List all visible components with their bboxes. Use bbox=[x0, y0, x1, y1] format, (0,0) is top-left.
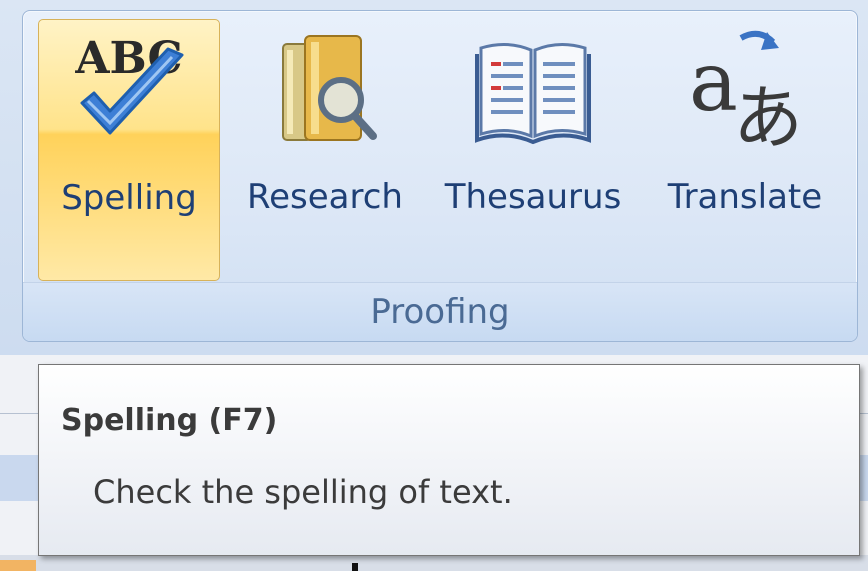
spelling-abc-check-icon: ABC bbox=[64, 20, 194, 160]
cursor-mark bbox=[352, 563, 358, 571]
group-label: Proofing bbox=[23, 282, 857, 341]
research-button[interactable]: Research bbox=[235, 19, 415, 281]
tooltip-description: Check the spelling of text. bbox=[93, 473, 513, 511]
thesaurus-book-icon bbox=[473, 19, 593, 159]
proofing-group: ABC Spelling Research Thesaurus a あ Tran… bbox=[22, 10, 858, 342]
bottom-band bbox=[0, 555, 868, 571]
research-label: Research bbox=[247, 177, 403, 217]
tooltip-title: Spelling (F7) bbox=[61, 403, 278, 438]
translate-icon: a あ bbox=[675, 19, 815, 159]
research-books-magnifier-icon bbox=[265, 19, 385, 159]
thesaurus-label: Thesaurus bbox=[444, 177, 622, 217]
spelling-tooltip: Spelling (F7) Check the spelling of text… bbox=[38, 364, 860, 556]
translate-label: Translate bbox=[667, 177, 823, 217]
thesaurus-button[interactable]: Thesaurus bbox=[427, 19, 639, 281]
svg-text:a: a bbox=[689, 35, 738, 130]
svg-text:あ: あ bbox=[733, 77, 803, 154]
spelling-button[interactable]: ABC Spelling bbox=[38, 19, 220, 281]
translate-button[interactable]: a あ Translate bbox=[651, 19, 839, 281]
spelling-label: Spelling bbox=[61, 178, 197, 218]
tab-marker bbox=[0, 560, 36, 571]
